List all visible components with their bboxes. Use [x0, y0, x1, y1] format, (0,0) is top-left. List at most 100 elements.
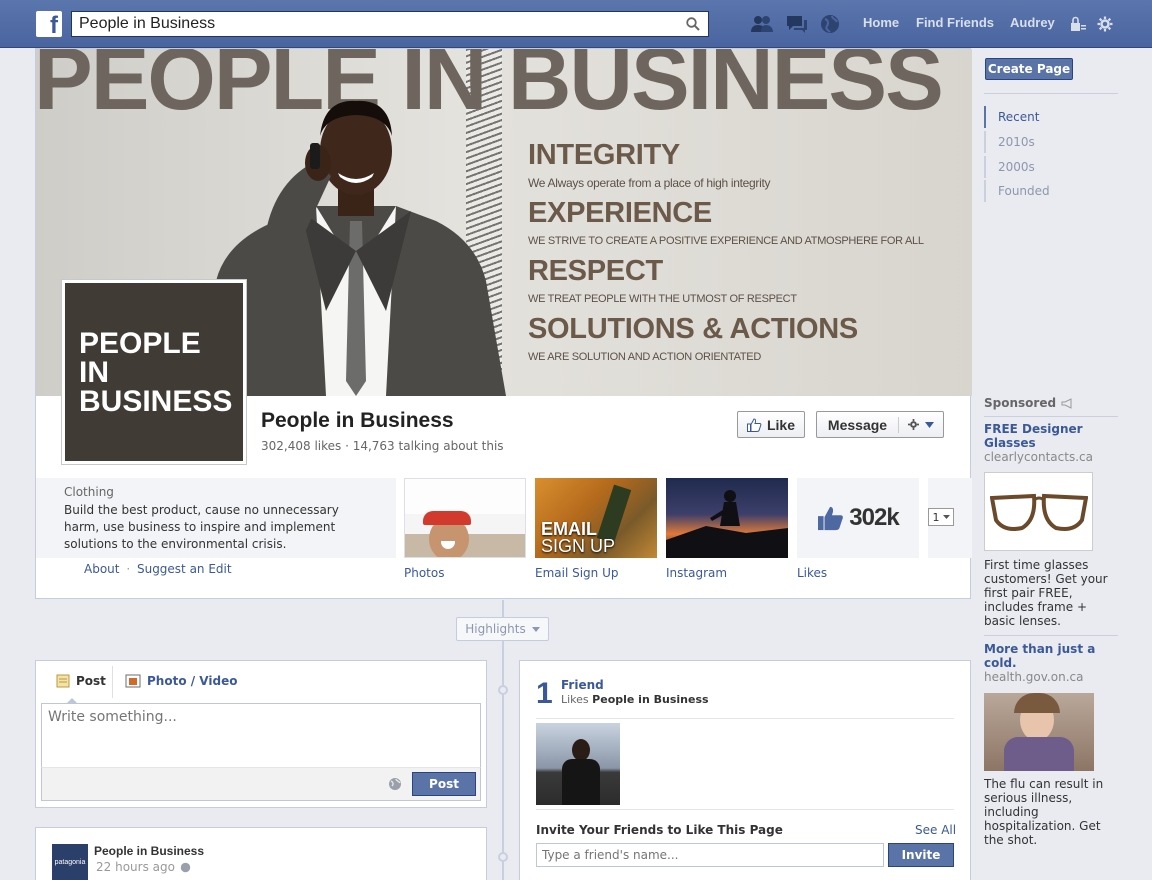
instagram-app-label[interactable]: Instagram	[666, 566, 727, 580]
friend-title-link[interactable]: Friend	[561, 678, 604, 692]
megaphone-icon	[1061, 397, 1074, 409]
like-button-label: Like	[766, 416, 795, 433]
status-input[interactable]	[41, 703, 481, 767]
friend-likes-prefix: Likes	[561, 693, 589, 706]
tab-photo-video[interactable]: Photo / Video	[125, 674, 237, 688]
value-experience-text: WE STRIVE TO CREATE A POSITIVE EXPERIENC…	[528, 235, 924, 247]
profile-logo-line: PEOPLE	[79, 327, 201, 360]
message-button-label: Message	[817, 416, 899, 433]
tab-post[interactable]: Post	[56, 674, 106, 688]
value-solutions-title: SOLUTIONS & ACTIONS	[528, 313, 858, 345]
home-link[interactable]: Home	[863, 15, 899, 30]
likes-app-label[interactable]: Likes	[797, 566, 827, 580]
ad-title-glasses[interactable]: FREE Designer Glasses	[984, 422, 1118, 450]
sponsored-heading: Sponsored	[984, 396, 1074, 410]
privacy-lock-icon[interactable]	[1066, 12, 1090, 36]
chevron-down-icon	[942, 515, 950, 519]
page-options-gear-icon[interactable]	[899, 419, 934, 430]
page-description: Build the best product, cause no unneces…	[64, 503, 339, 551]
photo-icon	[125, 674, 141, 688]
timeline-spine	[502, 600, 504, 880]
more-apps-dropdown[interactable]: 1	[928, 508, 954, 526]
ad-body-glasses: First time glasses customers! Get your f…	[984, 558, 1108, 628]
friends-like-box: 1 Friend Likes People in Business Invite…	[519, 660, 971, 880]
page-stats: 302,408 likes · 14,763 talking about thi…	[261, 439, 504, 453]
value-integrity-text: We Always operate from a place of high i…	[528, 176, 771, 190]
email-signup-app-tile[interactable]: EMAIL SIGN UP	[535, 478, 657, 558]
post-button[interactable]: Post	[412, 772, 476, 796]
ad-url-glasses[interactable]: clearlycontacts.ca	[984, 450, 1093, 464]
year-nav-2000s[interactable]: 2000s	[984, 156, 1118, 178]
ad-image-glasses[interactable]	[984, 472, 1093, 551]
search-icon[interactable]	[678, 12, 708, 36]
friend-requests-icon[interactable]	[750, 12, 774, 36]
year-nav-founded[interactable]: Founded	[984, 180, 1118, 202]
about-link[interactable]: About	[84, 562, 119, 576]
value-respect-text: WE TREAT PEOPLE WITH THE UTMOST OF RESPE…	[528, 293, 797, 305]
ad-image-flu[interactable]	[984, 693, 1094, 771]
more-apps-count: 1	[932, 510, 940, 524]
find-friends-link[interactable]: Find Friends	[916, 15, 994, 30]
page-category: Clothing	[64, 485, 114, 499]
story-page-avatar[interactable]: patagonia	[52, 844, 88, 880]
story-timestamp[interactable]: 22 hours ago	[96, 860, 175, 874]
ad-body-flu: The flu can result in serious illness, i…	[984, 777, 1104, 847]
likes-app-tile[interactable]: 302k	[797, 478, 919, 558]
settings-gear-icon[interactable]	[1093, 12, 1117, 36]
invite-button[interactable]: Invite	[888, 843, 954, 867]
email-tile-line: SIGN UP	[541, 536, 616, 556]
value-respect-title: RESPECT	[528, 255, 663, 287]
timeline-story: patagonia People in Business 22 hours ag…	[35, 827, 487, 880]
invite-friend-input[interactable]	[536, 843, 884, 867]
profile-link[interactable]: Audrey	[1010, 15, 1055, 30]
notifications-globe-icon[interactable]	[818, 12, 842, 36]
messages-icon[interactable]	[785, 12, 809, 36]
search-input[interactable]	[72, 13, 678, 35]
message-button[interactable]: Message	[816, 411, 944, 438]
audience-globe-icon[interactable]	[388, 777, 402, 791]
highlights-label: Highlights	[465, 622, 526, 636]
thumbs-up-icon	[746, 417, 762, 432]
about-links: About · Suggest an Edit	[84, 562, 232, 576]
year-nav-2010s[interactable]: 2010s	[984, 131, 1118, 153]
suggest-edit-link[interactable]: Suggest an Edit	[137, 562, 232, 576]
ad-title-flu[interactable]: More than just a cold.	[984, 642, 1118, 670]
email-signup-app-label[interactable]: Email Sign Up	[535, 566, 619, 580]
value-solutions-text: WE ARE SOLUTION AND ACTION ORIENTATED	[528, 351, 761, 363]
ad-url-flu[interactable]: health.gov.on.ca	[984, 670, 1083, 684]
link-separator: ·	[126, 562, 131, 576]
chevron-down-icon	[531, 626, 540, 632]
highlights-dropdown[interactable]: Highlights	[456, 617, 549, 641]
more-apps-tile[interactable]: 1	[928, 478, 972, 558]
profile-logo-line: BUSINESS	[79, 385, 233, 418]
friend-likes-page: People in Business	[592, 693, 709, 706]
page-timeline-header: PEOPLE IN BUSINESS INTEGRITY We Always o…	[35, 48, 972, 599]
photos-app-tile[interactable]	[404, 478, 526, 558]
about-summary[interactable]: Clothing Build the best product, cause n…	[36, 478, 396, 558]
right-sidebar: Create Page Recent 2010s 2000s Founded S…	[984, 48, 1118, 880]
profile-logo-line: IN	[79, 356, 109, 389]
see-all-link[interactable]: See All	[915, 823, 956, 837]
value-integrity-title: INTEGRITY	[528, 139, 680, 171]
facebook-logo[interactable]: f	[36, 11, 62, 37]
friend-photo[interactable]	[536, 723, 620, 805]
photos-app-label[interactable]: Photos	[404, 566, 444, 580]
timeline-dot	[498, 685, 508, 695]
avatar-text: patagonia	[54, 858, 86, 866]
friend-count: 1	[536, 677, 553, 710]
likes-count: 302k	[849, 504, 899, 531]
story-page-name[interactable]: People in Business	[94, 844, 204, 858]
profile-picture[interactable]: PEOPLE IN BUSINESS	[61, 279, 247, 465]
value-experience-title: EXPERIENCE	[528, 197, 712, 229]
invite-heading: Invite Your Friends to Like This Page	[536, 823, 783, 837]
create-page-button[interactable]: Create Page	[985, 58, 1073, 80]
instagram-app-tile[interactable]	[666, 478, 788, 558]
like-button[interactable]: Like	[737, 411, 805, 438]
post-composer: Post Photo / Video Post	[35, 660, 487, 808]
status-note-icon	[56, 674, 70, 688]
page-title[interactable]: People in Business	[261, 409, 454, 433]
timeline-dot	[498, 852, 508, 862]
tab-post-label: Post	[76, 674, 106, 688]
year-nav-recent[interactable]: Recent	[984, 106, 1118, 128]
search-box	[71, 11, 709, 37]
